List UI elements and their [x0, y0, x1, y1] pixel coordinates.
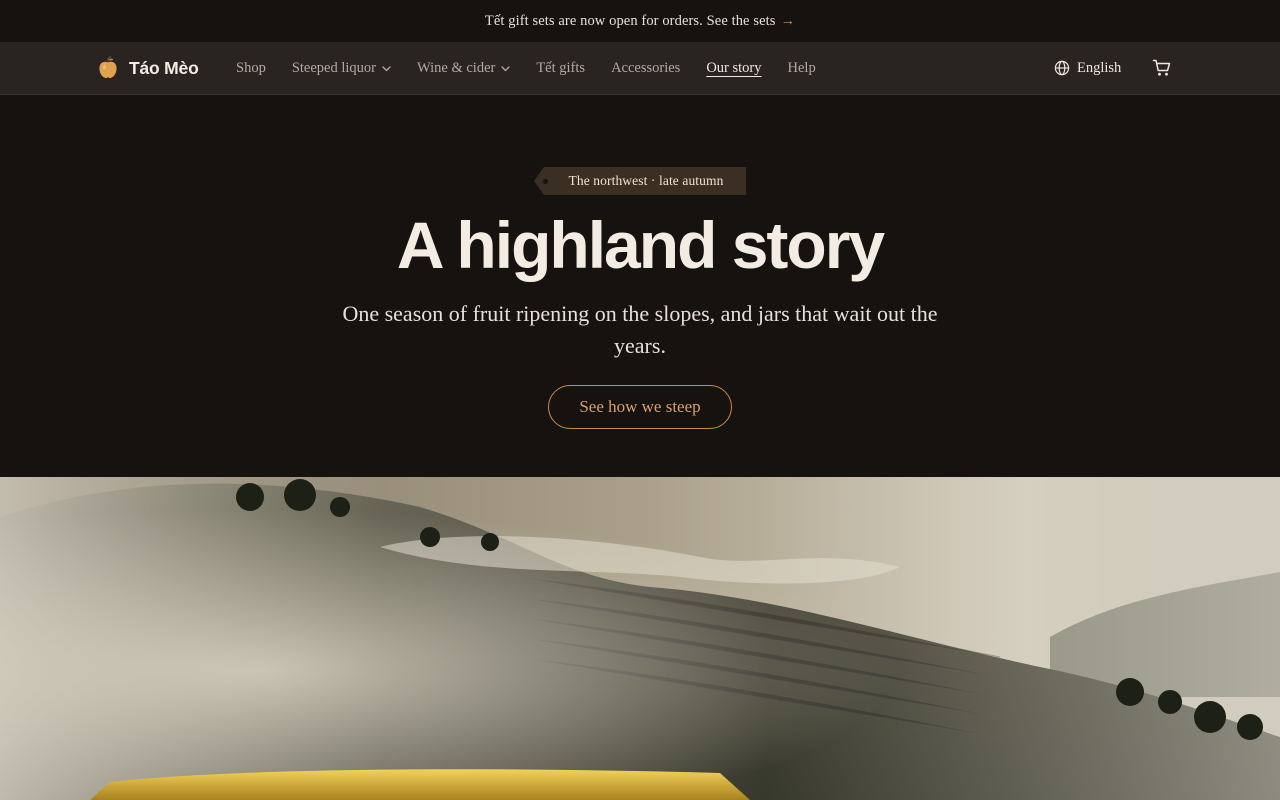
announcement-text: Tết gift sets are now open for orders. S…: [484, 12, 776, 29]
hero-landscape-image: [0, 477, 1280, 800]
brand-name: Táo Mèo: [129, 57, 199, 78]
nav-item-label: Wine & cider: [417, 60, 496, 76]
announcement-link[interactable]: Tết gift sets are now open for orders. S…: [485, 13, 795, 30]
hero-tag-text: The northwest · late autumn: [568, 173, 724, 188]
arrow-right-icon: →: [780, 12, 796, 29]
tag-hole: [543, 179, 548, 184]
nav-item-tet-gifts[interactable]: Tết gifts: [536, 60, 585, 77]
nav-item-label: Shop: [236, 60, 266, 76]
main-navigation: Táo Mèo Shop Steeped liquor Wine & cider…: [0, 42, 1280, 95]
nav-item-label: Tết gifts: [536, 60, 586, 76]
language-selector[interactable]: English: [1046, 53, 1131, 83]
globe-icon: [1054, 60, 1070, 76]
nav-menu: Shop Steeped liquor Wine & cider Tết gif…: [236, 42, 842, 95]
cart-button[interactable]: [1152, 58, 1172, 78]
cart-icon: [1152, 59, 1171, 76]
nav-item-steeped-liquor[interactable]: Steeped liquor: [292, 60, 391, 77]
nav-item-label: Help: [787, 60, 816, 76]
nav-item-help[interactable]: Help: [788, 60, 816, 77]
hero-subtitle: One season of fruit ripening on the slop…: [342, 301, 938, 358]
chevron-down-icon: [501, 65, 510, 71]
announcement-bar: Tết gift sets are now open for orders. S…: [0, 0, 1280, 42]
nav-item-label: Steeped liquor: [291, 60, 376, 76]
nav-item-shop[interactable]: Shop: [236, 60, 266, 77]
chevron-down-icon: [382, 65, 391, 71]
hero-tag: The northwest · late autumn: [534, 167, 746, 195]
apple-fruit-icon: [99, 56, 117, 78]
nav-item-wine-cider[interactable]: Wine & cider: [417, 60, 510, 77]
brand-logo-link[interactable]: Táo Mèo: [97, 56, 199, 80]
hero-title: A highland story: [396, 208, 885, 282]
nav-item-accessories[interactable]: Accessories: [611, 60, 680, 77]
language-label: English: [1077, 59, 1122, 76]
see-how-we-steep-button[interactable]: See how we steep: [548, 385, 732, 429]
nav-item-our-story[interactable]: Our story: [706, 60, 761, 77]
nav-item-label: Our story: [706, 60, 762, 76]
nav-item-label: Accessories: [611, 60, 681, 76]
